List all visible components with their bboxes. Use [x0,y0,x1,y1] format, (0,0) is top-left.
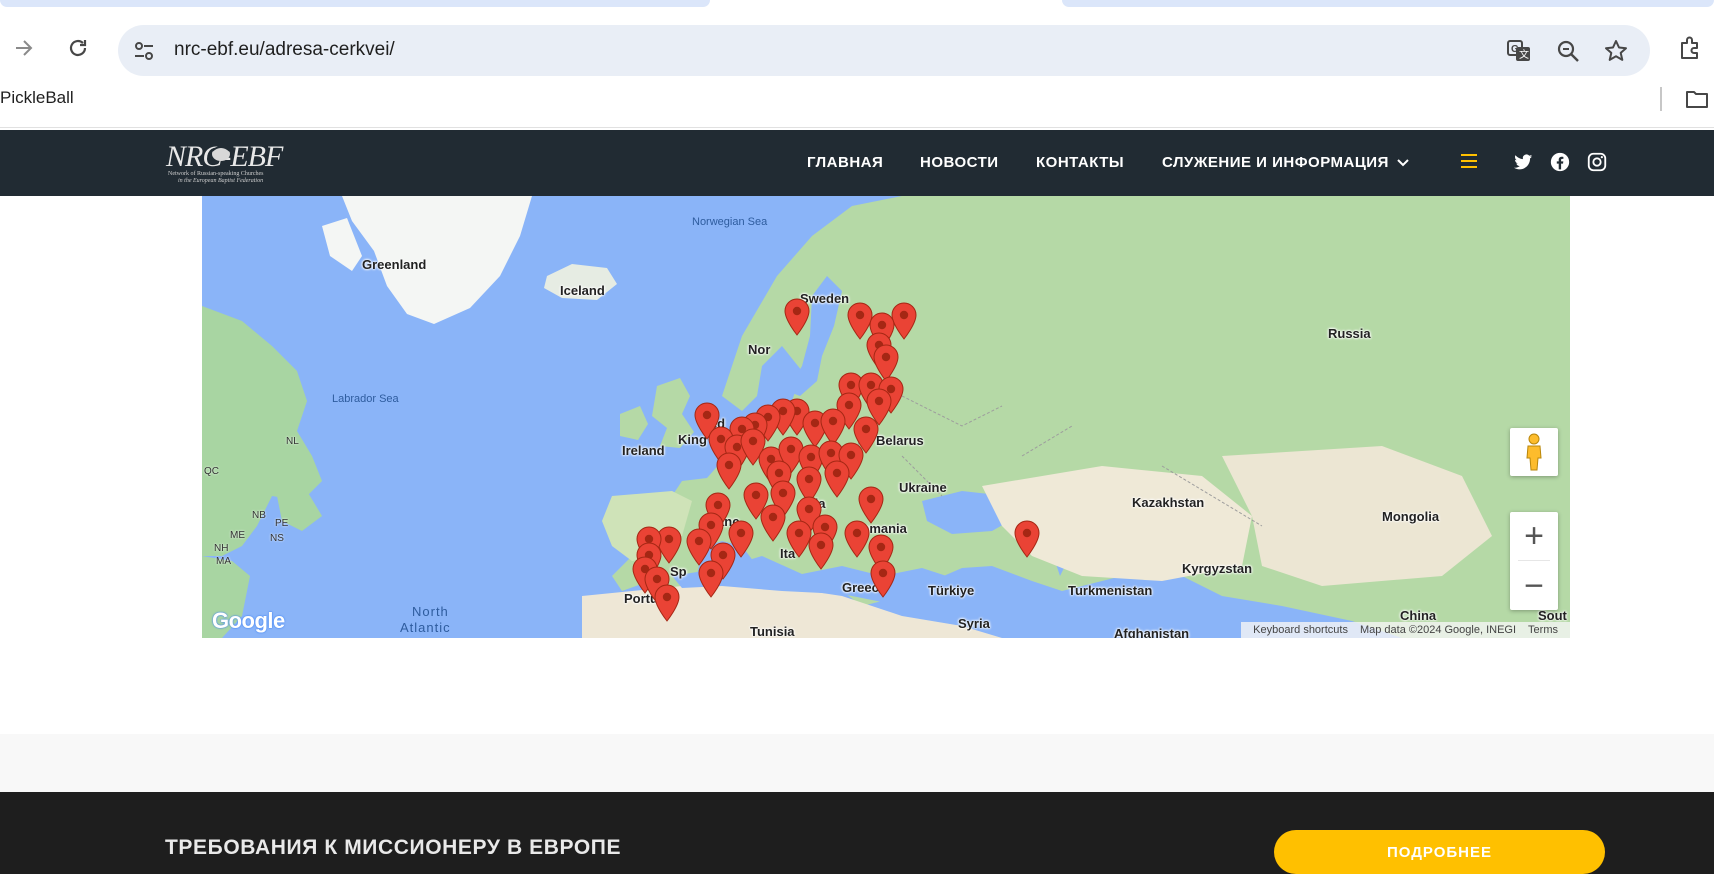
nav-home[interactable]: ГЛАВНАЯ [807,154,883,171]
map-marker[interactable] [870,560,896,598]
map-label-north-atlantic-2: Atlantic [400,620,451,635]
map-marker[interactable] [824,460,850,498]
map-label-turkiye: Türkiye [928,583,975,598]
cta-section: ТРЕБОВАНИЯ К МИССИОНЕРУ В ЕВРОПЕ ПОДРОБН… [0,792,1714,874]
zoom-icon[interactable] [1555,38,1581,64]
bookmark-pickleball[interactable]: PickleBall [0,88,74,108]
site-logo[interactable]: NRC-EBF Network of Russian-speaking Chur… [166,140,296,186]
map-label-nh: NH [214,543,229,554]
keyboard-shortcuts-link[interactable]: Keyboard shortcuts [1253,624,1348,636]
nav-ministry-info-label: СЛУЖЕНИЕ И ИНФОРМАЦИЯ [1162,154,1389,171]
map-marker[interactable] [654,584,680,622]
logo-subtitle-1: Network of Russian-speaking Churches [168,171,264,177]
folder-icon[interactable] [1684,86,1710,112]
map-marker[interactable] [858,486,884,524]
arrow-right-icon [16,40,33,56]
cta-title: ТРЕБОВАНИЯ К МИССИОНЕРУ В ЕВРОПЕ [165,836,622,859]
bookmark-separator [1660,87,1662,111]
zoom-out-button[interactable]: − [1510,562,1558,610]
address-bar[interactable]: nrc-ebf.eu/adresa-cerkvei/ G文 [118,25,1650,76]
map-label-qc: QC [204,466,219,477]
map-label-labrador-sea: Labrador Sea [332,393,399,405]
bookmark-star-icon[interactable] [1603,38,1629,64]
map-marker[interactable] [844,520,870,558]
map-label-belarus: Belarus [876,433,924,448]
map-marker[interactable] [760,504,786,542]
forward-button[interactable] [6,30,42,66]
nav-news[interactable]: НОВОСТИ [920,154,999,171]
content-spacer [0,638,1714,734]
map-data-text: Map data ©2024 Google, INEGI [1359,624,1517,636]
nav-ministry-info[interactable]: СЛУЖЕНИЕ И ИНФОРМАЦИЯ [1162,154,1409,171]
map-label-russia: Russia [1328,326,1371,341]
twitter-icon[interactable] [1512,151,1534,173]
map-marker[interactable] [1014,520,1040,558]
nav-contacts[interactable]: КОНТАКТЫ [1036,154,1124,171]
site-settings-icon[interactable] [130,37,158,65]
google-logo[interactable]: Google [212,608,285,634]
logo-subtitle-2: in the European Baptist Federation [178,178,264,184]
dove-icon [211,146,231,161]
tab-inactive-right[interactable] [1062,0,1714,7]
site-header: NRC-EBF Network of Russian-speaking Chur… [0,130,1714,196]
map-label-me: ME [230,530,245,541]
map-label-nb: NB [252,510,266,521]
zoom-in-button[interactable]: + [1510,512,1558,560]
map-label-south: Sout [1538,608,1567,623]
facebook-icon[interactable] [1549,151,1571,173]
chevron-down-icon [1397,159,1409,167]
extensions-icon[interactable] [1676,34,1704,62]
map-label-mongolia: Mongolia [1382,509,1440,524]
tab-inactive-left[interactable] [0,0,710,7]
zoom-divider [1518,560,1550,561]
map-label-ma: MA [216,556,231,567]
churches-map[interactable]: Norwegian Sea Greenland Iceland Sweden R… [202,196,1570,638]
map-label-ukraine: Ukraine [899,480,947,495]
url-text[interactable]: nrc-ebf.eu/adresa-cerkvei/ [174,39,395,61]
map-label-norway: Nor [748,342,771,357]
reload-icon [69,39,87,57]
map-label-north-atlantic-1: North [412,604,449,619]
pegman-icon [1526,433,1542,471]
browser-toolbar: nrc-ebf.eu/adresa-cerkvei/ G文 [0,8,1714,78]
map-marker[interactable] [698,560,724,598]
map-label-kazakhstan: Kazakhstan [1132,495,1205,510]
zoom-control: + − [1510,512,1558,610]
map-label-turkmenistan: Turkmenistan [1068,583,1153,598]
map-label-nl: NL [286,436,299,447]
map-marker[interactable] [808,532,834,570]
reload-button[interactable] [60,30,96,66]
map-label-kyrgyzstan: Kyrgyzstan [1182,561,1253,576]
google-logo-text: Google [212,608,285,633]
map-label-syria: Syria [958,616,990,631]
map-label-tunisia: Tunisia [750,624,795,638]
map-label-china: China [1400,608,1437,623]
map-label-ns: NS [270,533,284,544]
map-label-ireland: Ireland [622,443,665,458]
section-divider-strip [0,734,1714,792]
terms-link[interactable]: Terms [1528,624,1558,636]
map-attribution: Keyboard shortcuts Map data ©2024 Google… [1241,622,1570,638]
tab-strip [0,0,1714,8]
street-view-pegman[interactable] [1510,428,1558,476]
bookmarks-bar: PickleBall [0,78,1714,128]
svg-text:文: 文 [1519,48,1529,61]
map-label-norwegian-sea: Norwegian Sea [692,216,768,228]
map-marker[interactable] [716,452,742,490]
map-label-pe: PE [275,518,289,529]
map-label-afghanistan: Afghanistan [1114,626,1190,638]
map-label-greenland: Greenland [362,257,427,272]
map-label-spain: Sp [670,564,687,579]
hamburger-menu-icon[interactable] [1459,152,1479,170]
map-label-iceland: Iceland [560,283,605,298]
map-marker[interactable] [784,298,810,336]
translate-icon[interactable]: G文 [1506,38,1532,64]
instagram-icon[interactable] [1586,151,1608,173]
more-button[interactable]: ПОДРОБНЕЕ [1274,830,1605,874]
